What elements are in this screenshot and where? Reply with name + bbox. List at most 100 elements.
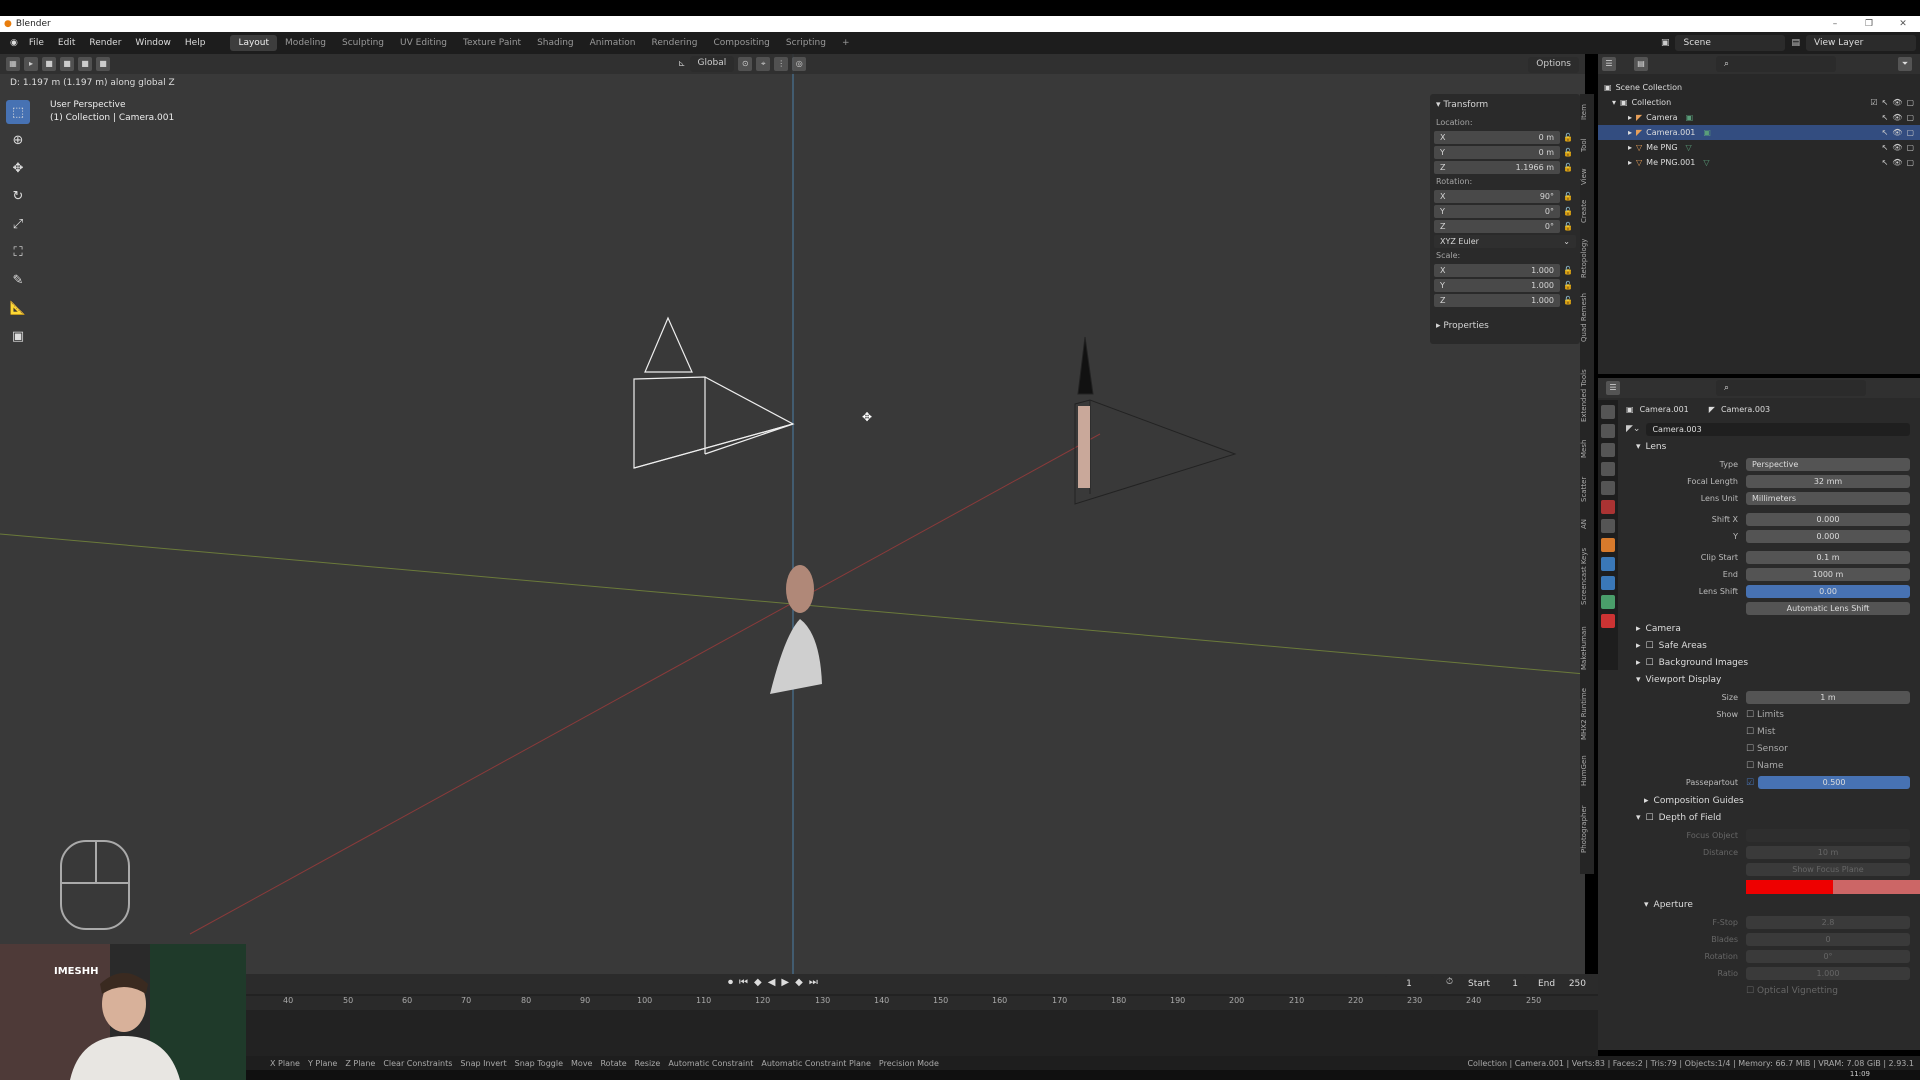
add-cube-tool-icon[interactable]: ▣ — [6, 324, 30, 348]
expand-icon[interactable]: ▾ — [1612, 98, 1616, 107]
menu-edit[interactable]: Edit — [51, 38, 82, 48]
camera-render-icon[interactable]: ▢ — [1906, 143, 1914, 152]
properties-subpanel[interactable]: ▸ Properties — [1434, 319, 1576, 337]
location-z-field[interactable]: Z 1.1966 m — [1434, 160, 1560, 174]
sidebar-tab-screencast-keys[interactable]: Screencast Keys — [1580, 540, 1594, 612]
tab-compositing[interactable]: Compositing — [705, 35, 777, 51]
lens-shift-slider[interactable]: 0.00 — [1746, 585, 1910, 598]
snap-target-button[interactable]: ⋮ — [774, 57, 789, 71]
focus-object-field[interactable] — [1746, 829, 1910, 842]
expand-icon[interactable]: ▸ — [1628, 128, 1632, 137]
sidebar-tab-humgen[interactable]: HumGen — [1580, 752, 1594, 790]
focal-length-field[interactable]: 32 mm — [1746, 475, 1910, 488]
rotation-mode-dropdown[interactable]: XYZ Euler ⌄ — [1434, 234, 1576, 248]
world-tab-icon[interactable] — [1601, 500, 1615, 514]
annotate-tool-icon[interactable]: ✎ — [6, 268, 30, 292]
camera-data-tab-icon[interactable] — [1601, 595, 1615, 609]
shift-y-field[interactable]: 0.000 — [1746, 530, 1910, 543]
select-icon[interactable]: ↖ — [1882, 158, 1889, 167]
checkbox-icon[interactable]: ☑ — [1870, 98, 1877, 107]
transform-orientation-dropdown[interactable]: Global — [689, 56, 735, 72]
outliner-item-camera-001[interactable]: ▸ ◤ Camera.001 ▣ ↖ 👁 ▢ — [1598, 125, 1920, 140]
optical-vignetting-checkbox[interactable]: ☐ Optical Vignetting — [1746, 986, 1838, 996]
location-x-field[interactable]: X0 m — [1434, 130, 1560, 144]
constraints-tab-icon[interactable] — [1601, 576, 1615, 590]
aperture-header[interactable]: ▾ Aperture — [1626, 896, 1920, 913]
scale-tool-icon[interactable]: ⤢ — [6, 212, 30, 236]
cursor-tool-icon[interactable]: ⊕ — [6, 128, 30, 152]
background-images-section-header[interactable]: ▸ ☐ Background Images — [1626, 654, 1920, 671]
filter-button[interactable]: ⏷ — [1898, 57, 1912, 71]
limits-checkbox[interactable]: ☐ Limits — [1746, 710, 1784, 720]
menu-render[interactable]: Render — [82, 38, 128, 48]
lock-icon[interactable]: 🔓 — [1560, 296, 1576, 305]
camera-render-icon[interactable]: ▢ — [1906, 128, 1914, 137]
select-subtract-button[interactable]: ■ — [78, 57, 92, 71]
properties-search-input[interactable]: ⌕ — [1716, 380, 1866, 396]
lock-icon[interactable]: 🔓 — [1560, 207, 1576, 216]
pivot-point-button[interactable]: ⊙ — [738, 57, 753, 71]
sidebar-tab-an[interactable]: AN — [1580, 514, 1594, 534]
current-frame-field[interactable]: 1 — [1384, 976, 1434, 992]
play-reverse-button[interactable]: ◀ — [768, 977, 776, 988]
sidebar-tab-quad-remesh[interactable]: Quad Remesh — [1580, 288, 1594, 348]
select-icon[interactable]: ↖ — [1882, 143, 1889, 152]
lock-icon[interactable]: 🔓 — [1560, 148, 1576, 157]
select-mode-button[interactable]: ▸ — [24, 57, 38, 71]
close-button[interactable]: ✕ — [1886, 16, 1920, 32]
expand-icon[interactable]: ▸ — [1628, 143, 1632, 152]
distance-field[interactable]: 10 m — [1746, 846, 1910, 859]
move-tool-icon[interactable]: ✥ — [6, 156, 30, 180]
outliner-item-me-png[interactable]: ▸ ▽ Me PNG ▽ ↖ 👁 ▢ — [1598, 140, 1920, 155]
passepartout-checkbox[interactable]: ☑ — [1746, 778, 1754, 788]
scale-z-field[interactable]: Z 1.000 — [1434, 293, 1560, 307]
mist-checkbox[interactable]: ☐ Mist — [1746, 727, 1775, 737]
tool-tab-icon[interactable] — [1601, 405, 1615, 419]
outliner-scene-collection[interactable]: ▣ Scene Collection — [1598, 80, 1920, 95]
lock-icon[interactable]: 🔓 — [1560, 192, 1576, 201]
scene-tab-icon[interactable] — [1601, 481, 1615, 495]
tab-layout[interactable]: Layout — [230, 35, 278, 51]
outliner-collection[interactable]: ▾ ▣ Collection ☑ ↖ 👁 ▢ — [1598, 95, 1920, 110]
checkbox-icon[interactable]: ☐ — [1646, 641, 1654, 651]
sidebar-tab-mesh[interactable]: Mesh — [1580, 434, 1594, 464]
menu-file[interactable]: File — [22, 38, 51, 48]
start-frame-field[interactable]: Start 1 — [1460, 976, 1526, 992]
blender-menu-icon[interactable]: ◉ — [6, 38, 22, 48]
select-icon[interactable]: ↖ — [1882, 128, 1889, 137]
rotation-x-field[interactable]: X 90° — [1434, 189, 1560, 203]
expand-icon[interactable]: ▸ — [1628, 113, 1632, 122]
eye-icon[interactable]: 👁 — [1892, 113, 1902, 122]
addon-tab-icon[interactable] — [1601, 614, 1615, 628]
menu-window[interactable]: Window — [128, 38, 178, 48]
fstop-field[interactable]: 2.8 — [1746, 916, 1910, 929]
tab-scripting[interactable]: Scripting — [778, 35, 834, 51]
depth-of-field-header[interactable]: ▾ ☐ Depth of Field — [1626, 809, 1920, 826]
select-icon[interactable]: ↖ — [1882, 113, 1889, 122]
scale-x-field[interactable]: X 1.000 — [1434, 263, 1560, 277]
clip-end-field[interactable]: 1000 m — [1746, 568, 1910, 581]
select-box-tool-icon[interactable]: ⬚ — [6, 100, 30, 124]
select-extend-button[interactable]: ■ — [60, 57, 74, 71]
snap-button[interactable]: ⌖ — [756, 57, 771, 71]
clip-start-field[interactable]: 0.1 m — [1746, 551, 1910, 564]
sidebar-tab-view[interactable]: View — [1580, 164, 1594, 190]
lens-unit-dropdown[interactable]: Millimeters — [1746, 492, 1910, 505]
render-tab-icon[interactable] — [1601, 424, 1615, 438]
play-button[interactable]: ▶ — [781, 977, 789, 988]
eye-icon[interactable]: 👁 — [1892, 158, 1902, 167]
sidebar-tab-makehuman[interactable]: MakeHuman — [1580, 620, 1594, 676]
location-y-field[interactable]: Y0 m — [1434, 145, 1560, 159]
size-field[interactable]: 1 m — [1746, 691, 1910, 704]
camera-datablock-icon[interactable]: ◤⌄ — [1626, 424, 1640, 434]
lens-section-header[interactable]: ▾ Lens — [1626, 438, 1920, 455]
select-intersect-button[interactable]: ■ — [96, 57, 110, 71]
expand-icon[interactable]: ▸ — [1628, 158, 1632, 167]
tab-uv-editing[interactable]: UV Editing — [392, 35, 455, 51]
outliner-search-input[interactable]: ⌕ — [1716, 56, 1836, 72]
camera-render-icon[interactable]: ▢ — [1906, 98, 1914, 107]
camera-render-icon[interactable]: ▢ — [1906, 158, 1914, 167]
sidebar-tab-retopology[interactable]: Retopology — [1580, 232, 1594, 284]
object-tab-icon[interactable] — [1601, 538, 1615, 552]
sidebar-tab-mhx2-runtime[interactable]: MHX2 Runtime — [1580, 684, 1594, 744]
